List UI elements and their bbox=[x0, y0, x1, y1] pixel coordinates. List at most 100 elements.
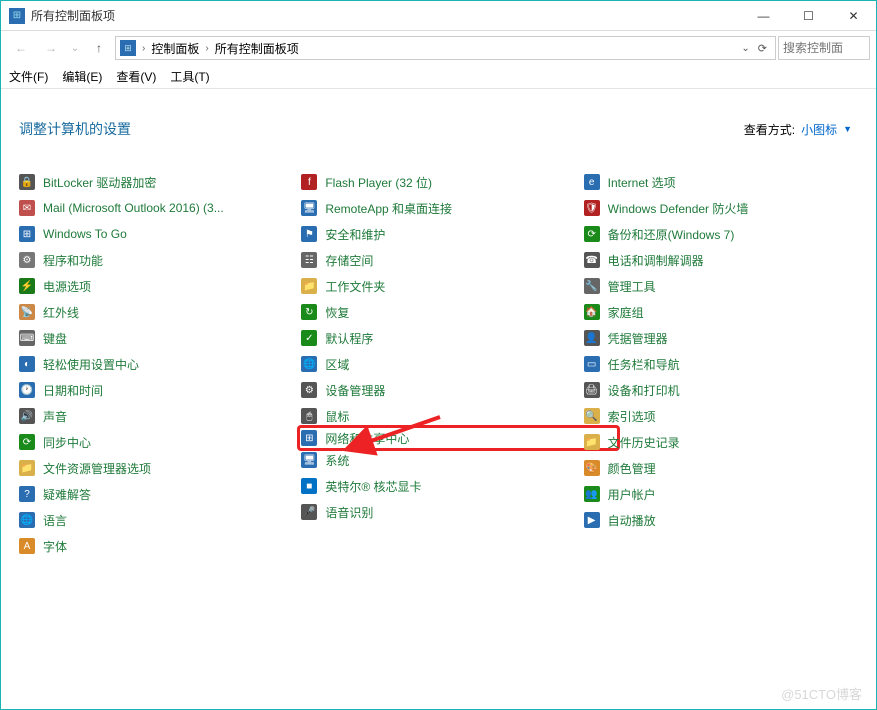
item-windows-to-go[interactable]: ⊞Windows To Go bbox=[19, 221, 293, 247]
item-intel-graphics[interactable]: ■英特尔® 核芯显卡 bbox=[301, 473, 575, 499]
item-label[interactable]: 文件资源管理器选项 bbox=[43, 460, 151, 477]
item-taskbar[interactable]: ▭任务栏和导航 bbox=[584, 351, 858, 377]
item-label[interactable]: 区域 bbox=[325, 356, 349, 373]
item-label[interactable]: 文件历史记录 bbox=[608, 434, 680, 451]
breadcrumb-seg-2[interactable]: 所有控制面板项 bbox=[215, 40, 299, 57]
chevron-right-icon[interactable]: › bbox=[203, 43, 210, 54]
item-label[interactable]: 红外线 bbox=[43, 304, 79, 321]
view-by-value[interactable]: 小图标 bbox=[801, 121, 837, 138]
item-device-manager[interactable]: ⚙设备管理器 bbox=[301, 377, 575, 403]
item-label[interactable]: 自动播放 bbox=[608, 512, 656, 529]
item-label[interactable]: 凭据管理器 bbox=[608, 330, 668, 347]
item-label[interactable]: 用户帐户 bbox=[608, 486, 656, 503]
item-ease-of-access[interactable]: ◐轻松使用设置中心 bbox=[19, 351, 293, 377]
item-color-management[interactable]: 🎨颜色管理 bbox=[584, 455, 858, 481]
item-label[interactable]: 日期和时间 bbox=[43, 382, 103, 399]
item-power[interactable]: ⚡电源选项 bbox=[19, 273, 293, 299]
item-label[interactable]: 电话和调制解调器 bbox=[608, 252, 704, 269]
item-troubleshoot[interactable]: ?疑难解答 bbox=[19, 481, 293, 507]
item-label[interactable]: 键盘 bbox=[43, 330, 67, 347]
item-language[interactable]: 🌐语言 bbox=[19, 507, 293, 533]
item-label[interactable]: 电源选项 bbox=[43, 278, 91, 295]
item-label[interactable]: Internet 选项 bbox=[608, 174, 676, 191]
item-explorer-options[interactable]: 📁文件资源管理器选项 bbox=[19, 455, 293, 481]
item-label[interactable]: 鼠标 bbox=[325, 408, 349, 425]
forward-button[interactable]: → bbox=[37, 34, 65, 62]
item-sync[interactable]: ⟳同步中心 bbox=[19, 429, 293, 455]
item-label[interactable]: 字体 bbox=[43, 538, 67, 555]
item-fonts[interactable]: A字体 bbox=[19, 533, 293, 559]
item-user-accounts[interactable]: 👥用户帐户 bbox=[584, 481, 858, 507]
item-mail[interactable]: ✉Mail (Microsoft Outlook 2016) (3... bbox=[19, 195, 293, 221]
item-infrared[interactable]: 📡红外线 bbox=[19, 299, 293, 325]
history-dropdown[interactable]: ⌄ bbox=[67, 34, 83, 62]
item-admin-tools[interactable]: 🔧管理工具 bbox=[584, 273, 858, 299]
item-label[interactable]: 声音 bbox=[43, 408, 67, 425]
item-programs[interactable]: ⚙程序和功能 bbox=[19, 247, 293, 273]
minimize-button[interactable]: — bbox=[741, 1, 786, 30]
item-internet-options[interactable]: eInternet 选项 bbox=[584, 169, 858, 195]
item-label[interactable]: 索引选项 bbox=[608, 408, 656, 425]
menu-file[interactable]: 文件(F) bbox=[9, 68, 48, 85]
item-datetime[interactable]: 🕐日期和时间 bbox=[19, 377, 293, 403]
chevron-down-icon[interactable]: ▼ bbox=[843, 124, 852, 134]
item-label[interactable]: 恢复 bbox=[325, 304, 349, 321]
item-remoteapp[interactable]: 🖥RemoteApp 和桌面连接 bbox=[301, 195, 575, 221]
item-label[interactable]: 存储空间 bbox=[325, 252, 373, 269]
item-label[interactable]: 家庭组 bbox=[608, 304, 644, 321]
item-label[interactable]: RemoteApp 和桌面连接 bbox=[325, 200, 452, 217]
item-sound[interactable]: 🔊声音 bbox=[19, 403, 293, 429]
item-label[interactable]: 语言 bbox=[43, 512, 67, 529]
item-label[interactable]: 疑难解答 bbox=[43, 486, 91, 503]
item-label[interactable]: Flash Player (32 位) bbox=[325, 174, 432, 191]
item-label[interactable]: 安全和维护 bbox=[325, 226, 385, 243]
item-label[interactable]: 设备管理器 bbox=[325, 382, 385, 399]
item-region[interactable]: 🌐区域 bbox=[301, 351, 575, 377]
item-devices-printers[interactable]: 🖨设备和打印机 bbox=[584, 377, 858, 403]
breadcrumb[interactable]: ⊞ › 控制面板 › 所有控制面板项 ⌄ ⟳ bbox=[115, 36, 776, 60]
item-recovery[interactable]: ↻恢复 bbox=[301, 299, 575, 325]
item-label[interactable]: Windows To Go bbox=[43, 227, 127, 241]
item-storage[interactable]: ☷存储空间 bbox=[301, 247, 575, 273]
item-security[interactable]: ⚑安全和维护 bbox=[301, 221, 575, 247]
item-label[interactable]: 工作文件夹 bbox=[325, 278, 385, 295]
item-label[interactable]: BitLocker 驱动器加密 bbox=[43, 174, 156, 191]
item-label[interactable]: 轻松使用设置中心 bbox=[43, 356, 139, 373]
item-backup-win7[interactable]: ⟳备份和还原(Windows 7) bbox=[584, 221, 858, 247]
item-label[interactable]: Windows Defender 防火墙 bbox=[608, 200, 749, 217]
item-autoplay[interactable]: ▶自动播放 bbox=[584, 507, 858, 533]
search-box[interactable] bbox=[778, 36, 870, 60]
item-indexing[interactable]: 🔍索引选项 bbox=[584, 403, 858, 429]
item-defender-firewall[interactable]: 🛡Windows Defender 防火墙 bbox=[584, 195, 858, 221]
maximize-button[interactable]: ☐ bbox=[786, 1, 831, 30]
menu-edit[interactable]: 编辑(E) bbox=[62, 68, 102, 85]
item-homegroup[interactable]: 🏠家庭组 bbox=[584, 299, 858, 325]
item-label[interactable]: Mail (Microsoft Outlook 2016) (3... bbox=[43, 201, 224, 215]
item-label[interactable]: 管理工具 bbox=[608, 278, 656, 295]
search-input[interactable] bbox=[783, 41, 843, 55]
up-button[interactable]: ↑ bbox=[85, 34, 113, 62]
item-file-history[interactable]: 📁文件历史记录 bbox=[584, 429, 858, 455]
item-speech[interactable]: 🎤语音识别 bbox=[301, 499, 575, 525]
item-label[interactable]: 语音识别 bbox=[325, 504, 373, 521]
menu-view[interactable]: 查看(V) bbox=[116, 68, 156, 85]
item-credential-manager[interactable]: 👤凭据管理器 bbox=[584, 325, 858, 351]
chevron-right-icon[interactable]: › bbox=[140, 43, 147, 54]
item-phone-modem[interactable]: ☎电话和调制解调器 bbox=[584, 247, 858, 273]
item-default-programs[interactable]: ✓默认程序 bbox=[301, 325, 575, 351]
item-label[interactable]: 程序和功能 bbox=[43, 252, 103, 269]
item-flash[interactable]: fFlash Player (32 位) bbox=[301, 169, 575, 195]
item-bitlocker[interactable]: 🔒BitLocker 驱动器加密 bbox=[19, 169, 293, 195]
item-label[interactable]: 系统 bbox=[325, 452, 349, 469]
item-label[interactable]: 默认程序 bbox=[325, 330, 373, 347]
breadcrumb-seg-1[interactable]: 控制面板 bbox=[151, 40, 199, 57]
refresh-button[interactable]: ⟳ bbox=[758, 42, 767, 55]
item-workfolders[interactable]: 📁工作文件夹 bbox=[301, 273, 575, 299]
item-label[interactable]: 设备和打印机 bbox=[608, 382, 680, 399]
close-button[interactable]: ✕ bbox=[831, 1, 876, 30]
item-keyboard[interactable]: ⌨键盘 bbox=[19, 325, 293, 351]
back-button[interactable]: ← bbox=[7, 34, 35, 62]
item-label[interactable]: 颜色管理 bbox=[608, 460, 656, 477]
menu-tools[interactable]: 工具(T) bbox=[170, 68, 209, 85]
breadcrumb-dropdown[interactable]: ⌄ bbox=[741, 43, 749, 54]
